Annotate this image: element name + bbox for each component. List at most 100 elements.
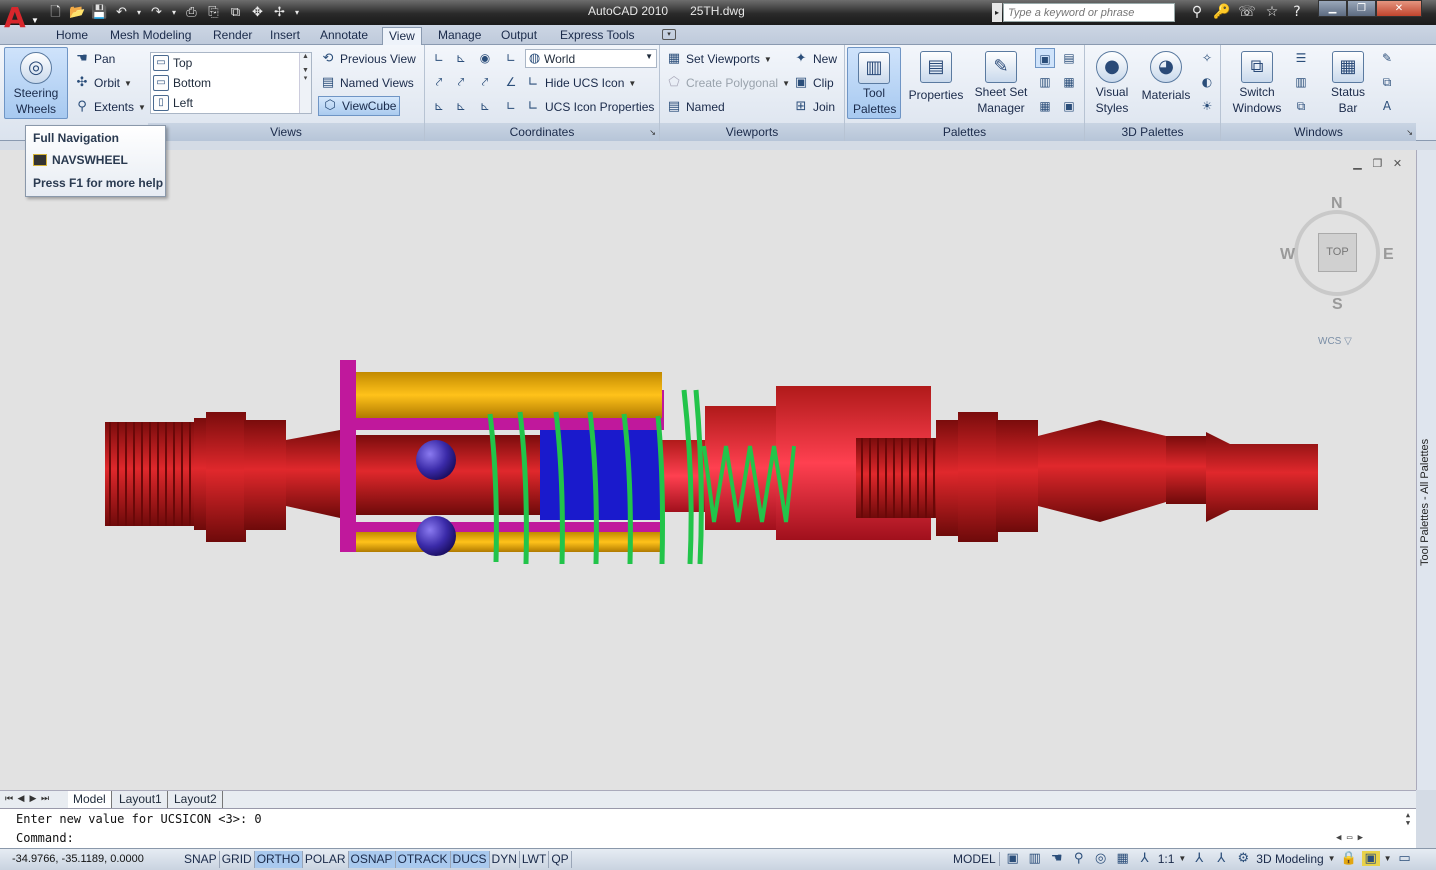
command-line[interactable]: Enter new value for UCSICON <3>: 0 Comma… (0, 808, 1416, 848)
views-list-scrollbar[interactable]: ▲ ▼ ▾ (299, 53, 311, 113)
ucs-face-icon[interactable]: ⊾ (451, 48, 471, 68)
command-scrollbar[interactable]: ▲ ▼ (1400, 811, 1416, 847)
annotation-visibility-icon[interactable]: ⅄ (1190, 851, 1208, 866)
user-interface-icon[interactable]: ⧉ (1377, 72, 1397, 92)
previous-view-button[interactable]: ⟲ Previous View (320, 49, 416, 69)
clip-viewport-button[interactable]: ▣ Clip (793, 73, 834, 93)
lights-icon[interactable]: ✧ (1197, 48, 1217, 68)
open-icon[interactable]: 📂 (68, 3, 87, 22)
tab-express-tools[interactable]: Express Tools (554, 27, 640, 45)
named-viewports-button[interactable]: ▤ Named (666, 97, 725, 117)
next-layout-icon[interactable]: ▶ (28, 793, 38, 804)
viewcube-toggle-button[interactable]: ⬡ ViewCube (318, 96, 401, 116)
ucs-origin-icon[interactable]: ⊾ (429, 96, 449, 116)
steering-wheels-button[interactable]: ◎ Steering Wheels (4, 47, 68, 119)
tab-layout2[interactable]: Layout2 (169, 791, 223, 808)
toggle-dyn[interactable]: DYN (490, 851, 520, 868)
view-item-bottom[interactable]: ▭ Bottom (153, 73, 211, 93)
toolbars-icon[interactable]: ✎ (1377, 48, 1397, 68)
toggle-otrack[interactable]: OTRACK (395, 851, 451, 868)
qat-customize-icon[interactable]: ▾ (292, 3, 302, 22)
tile-horizontal-icon[interactable]: ☰ (1291, 48, 1311, 68)
toggle-lwt[interactable]: LWT (520, 851, 550, 868)
dbconnect-icon[interactable]: ▥ (1035, 72, 1055, 92)
subscription-icon[interactable]: 🔑 (1211, 2, 1233, 22)
hide-ucs-icon-button[interactable]: ∟ Hide UCS Icon ▼ (525, 73, 637, 93)
help-icon[interactable]: ? (1286, 2, 1308, 22)
compass-south[interactable]: S (1332, 296, 1343, 314)
ucs-icon[interactable]: ∟ (429, 48, 449, 68)
ucs-view-icon[interactable]: ∠ (501, 72, 521, 92)
toggle-grid[interactable]: GRID (220, 851, 255, 868)
command-line-icon[interactable]: ▦ (1035, 96, 1055, 116)
tab-render[interactable]: Render (207, 27, 258, 45)
sheet-set-manager-button[interactable]: ✎ Sheet Set Manager (971, 51, 1031, 116)
viewcube[interactable]: TOP N S E W (1278, 194, 1398, 314)
visual-styles-button[interactable]: ● Visual Styles (1087, 51, 1137, 116)
quick-view-drawings-icon[interactable]: ▥ (1026, 851, 1044, 866)
text-window-icon[interactable]: A (1377, 96, 1397, 116)
properties-button[interactable]: ▤ Properties (905, 51, 967, 103)
drawing-viewport[interactable]: ▁ ❐ ✕ TOP N S E W WCS ▽ (0, 150, 1416, 790)
sun-icon[interactable]: ☀ (1197, 96, 1217, 116)
tab-layout1[interactable]: Layout1 (114, 791, 168, 808)
dash-icon[interactable]: ▣ (1059, 96, 1079, 116)
workspace-name[interactable]: 3D Modeling (1256, 852, 1323, 866)
tool-palettes-button[interactable]: ▥ Tool Palettes (847, 47, 901, 119)
showmotion-icon[interactable]: ▦ (1114, 851, 1132, 866)
status-bar-button[interactable]: ▦ Status Bar (1321, 51, 1375, 116)
application-menu-button[interactable]: A ▼ (2, 2, 40, 34)
workspace-gear-icon[interactable]: ⚙ (1234, 851, 1252, 866)
favorites-icon[interactable]: ☆ (1261, 2, 1283, 22)
ucs-y-icon[interactable]: ⤤ (451, 72, 471, 92)
tab-annotate[interactable]: Annotate (314, 27, 374, 45)
prev-layout-icon[interactable]: ◀ (16, 793, 26, 804)
views-list[interactable]: ▭ Top ▭ Bottom ▯ Left ▲ ▼ ▾ (150, 52, 312, 114)
view-item-top[interactable]: ▭ Top (153, 53, 192, 73)
ucs-world-select[interactable]: ◍ World ▼ (525, 49, 657, 68)
clean-screen-icon[interactable]: ▭ (1396, 851, 1414, 866)
communication-icon[interactable]: ☏ (1236, 2, 1258, 22)
annotation-scale-icon[interactable]: ⅄ (1136, 851, 1154, 866)
compass-east[interactable]: E (1383, 246, 1394, 264)
binoculars-icon[interactable]: ⚲ (1186, 2, 1208, 22)
undo-dropdown-icon[interactable]: ▾ (134, 3, 144, 22)
extents-button[interactable]: ⚲ Extents ▼ (74, 97, 146, 117)
compass-west[interactable]: W (1280, 246, 1295, 264)
coordinate-readout[interactable]: -34.9766, -35.1189, 0.0000 (12, 853, 144, 865)
dialog-launcher-icon[interactable]: ↘ (649, 128, 656, 137)
dialog-launcher-icon[interactable]: ↘ (1406, 128, 1413, 137)
command-hscroll[interactable]: ◀ ▭ ▶ (1336, 833, 1396, 843)
toggle-polar[interactable]: POLAR (303, 851, 349, 868)
tab-view[interactable]: View (382, 27, 422, 45)
pan-realtime-icon[interactable]: ✥ (248, 3, 267, 22)
quick-view-layouts-icon[interactable]: ▣ (1004, 851, 1022, 866)
pan-button[interactable]: ☚ Pan (74, 49, 115, 69)
set-viewports-button[interactable]: ▦ Set Viewports ▼ (666, 49, 772, 69)
toggle-snap[interactable]: SNAP (182, 851, 220, 868)
redo-dropdown-icon[interactable]: ▾ (169, 3, 179, 22)
tab-output[interactable]: Output (495, 27, 543, 45)
tab-model[interactable]: Model (68, 791, 112, 808)
ucs-x-icon[interactable]: ⤤ (429, 72, 449, 92)
toggle-ducs[interactable]: DUCS (450, 851, 490, 868)
zoom-icon[interactable]: ⚲ (1070, 851, 1088, 866)
toggle-osnap[interactable]: OSNAP (348, 851, 396, 868)
first-layout-icon[interactable]: ⏮ (4, 793, 14, 804)
zoom-icon[interactable]: ✢ (270, 3, 289, 22)
tile-vertical-icon[interactable]: ▥ (1291, 72, 1311, 92)
status-menu-icon[interactable]: ▼ (1384, 854, 1392, 863)
render-icon[interactable]: ◐ (1197, 72, 1217, 92)
design-center-icon[interactable]: ▣ (1035, 48, 1055, 68)
tab-manage[interactable]: Manage (432, 27, 487, 45)
new-icon[interactable]: 🗋 (46, 3, 65, 22)
maximize-icon[interactable]: ❐ (1347, 0, 1376, 17)
auto-scale-icon[interactable]: ⅄ (1212, 851, 1230, 866)
hardware-acceleration-icon[interactable]: ▣ (1361, 851, 1380, 866)
viewcube-face-top[interactable]: TOP (1318, 233, 1357, 272)
undo-icon[interactable]: ↶ (112, 3, 131, 22)
chevron-down-icon[interactable]: ▼ (1178, 854, 1186, 863)
materials-button[interactable]: ◕ Materials (1137, 51, 1195, 103)
ucs-3point-icon[interactable]: ⊾ (475, 96, 495, 116)
tab-mesh-modeling[interactable]: Mesh Modeling (104, 27, 197, 45)
